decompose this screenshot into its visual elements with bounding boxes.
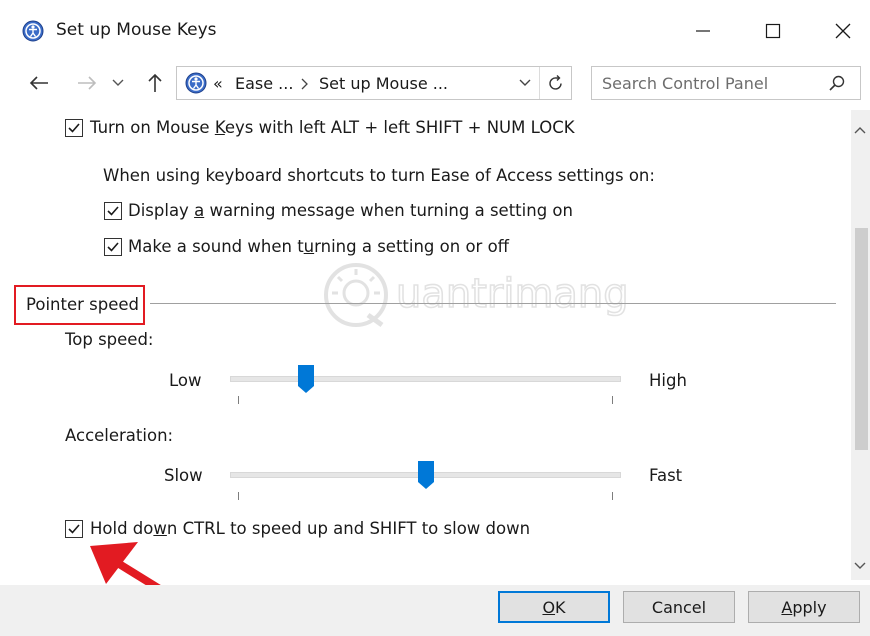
search-input[interactable] (602, 72, 817, 94)
control-panel-icon (185, 72, 207, 94)
breadcrumb-separator-icon (301, 76, 309, 95)
top-speed-track (230, 376, 621, 382)
scroll-down-icon[interactable] (853, 556, 867, 575)
search-box[interactable] (591, 66, 861, 100)
acceleration-thumb[interactable] (417, 460, 435, 490)
forward-arrow-icon (78, 76, 97, 90)
back-button[interactable] (24, 68, 54, 98)
up-button[interactable] (140, 68, 170, 98)
scroll-up-icon[interactable] (853, 120, 867, 139)
watermark-logo: uantrimang (318, 255, 668, 335)
window-title: Set up Mouse Keys (56, 20, 217, 40)
acceleration-slider[interactable] (230, 460, 621, 504)
recent-locations-button[interactable] (108, 68, 128, 98)
sound-checkbox[interactable] (104, 238, 122, 256)
close-button[interactable] (820, 10, 866, 52)
address-divider (539, 67, 540, 99)
refresh-button[interactable] (541, 67, 571, 99)
address-dropdown-button[interactable] (513, 67, 537, 99)
chevron-down-icon (519, 79, 531, 86)
button-bar (0, 585, 870, 636)
sound-label[interactable]: Make a sound when turning a setting on o… (128, 237, 509, 256)
apply-button[interactable]: Apply (748, 591, 860, 623)
back-arrow-icon (29, 76, 48, 90)
section-separator (150, 303, 836, 304)
shortcut-heading: When using keyboard shortcuts to turn Ea… (103, 166, 655, 185)
close-icon (835, 23, 851, 39)
top-speed-slider[interactable] (230, 364, 621, 408)
acceleration-fast-label: Fast (649, 466, 683, 485)
minimize-button[interactable] (680, 10, 726, 52)
top-speed-tick-min (238, 396, 239, 404)
title-bar: Set up Mouse Keys (0, 0, 870, 62)
mouse-keys-checkbox[interactable] (65, 119, 83, 137)
breadcrumb-item-ease[interactable]: Ease ... (235, 74, 293, 93)
warning-label[interactable]: Display a warning message when turning a… (128, 201, 573, 220)
top-speed-label: Top speed: (65, 330, 154, 349)
breadcrumb-overflow[interactable]: « (213, 74, 223, 93)
breadcrumb-item-setup[interactable]: Set up Mouse ... (319, 74, 448, 93)
maximize-icon (765, 23, 781, 39)
ease-of-access-icon (22, 20, 44, 42)
address-bar[interactable]: « Ease ... Set up Mouse ... (176, 66, 572, 100)
acceleration-label: Acceleration: (65, 426, 174, 445)
svg-text:uantrimang: uantrimang (396, 271, 629, 317)
warning-checkbox[interactable] (104, 202, 122, 220)
top-speed-tick-max (612, 396, 613, 404)
cancel-button[interactable]: Cancel (623, 591, 735, 623)
scrollbar-thumb[interactable] (855, 228, 868, 450)
refresh-icon (549, 75, 562, 90)
acceleration-tick-max (612, 492, 613, 500)
up-arrow-icon (148, 73, 162, 92)
mouse-keys-label[interactable]: Turn on Mouse Keys with left ALT + left … (90, 118, 575, 137)
acceleration-tick-min (238, 492, 239, 500)
minimize-icon (696, 30, 710, 32)
forward-button[interactable] (72, 68, 102, 98)
highlight-box (14, 285, 145, 325)
chevron-down-icon (112, 79, 124, 86)
maximize-button[interactable] (750, 10, 796, 52)
top-speed-thumb[interactable] (297, 364, 315, 394)
acceleration-slow-label: Slow (164, 466, 203, 485)
top-speed-low-label: Low (169, 371, 202, 390)
ok-button[interactable]: OK (498, 591, 610, 623)
search-icon[interactable] (828, 74, 846, 96)
hold-ctrl-checkbox[interactable] (65, 520, 83, 538)
top-speed-high-label: High (649, 371, 687, 390)
